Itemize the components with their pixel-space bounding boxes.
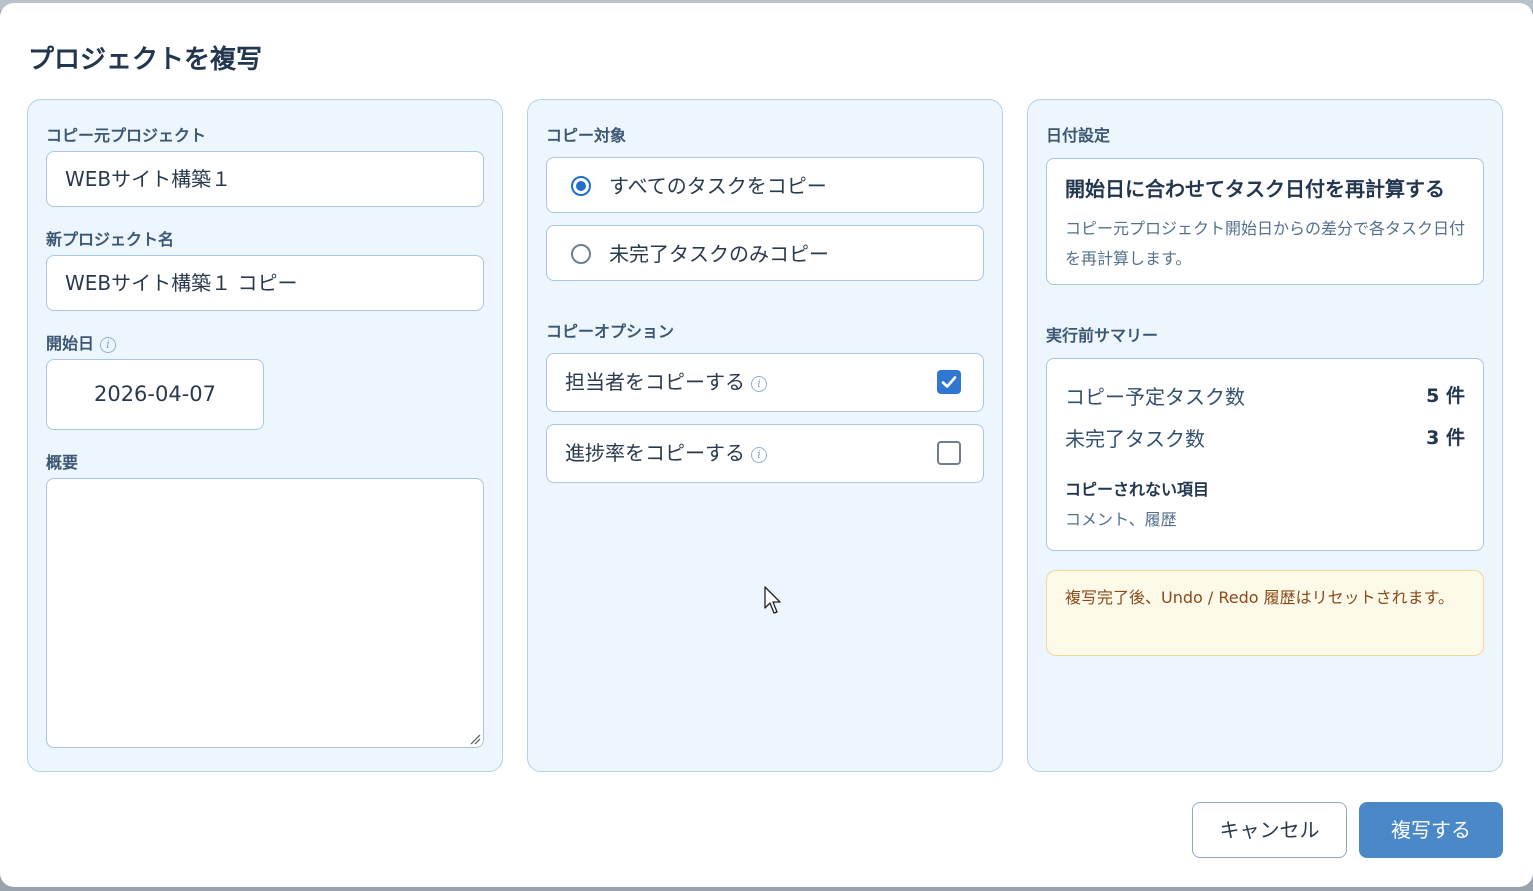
excluded-items-text: コメント、履歴 <box>1065 510 1177 529</box>
radio-option-label: すべてのタスクをコピー <box>609 174 827 198</box>
recalc-dates-option[interactable]: 開始日に合わせてタスク日付を再計算する コピー元プロジェクト開始日からの差分で各… <box>1046 158 1484 285</box>
dialog-title: プロジェクトを複写 <box>28 45 263 75</box>
duplicate-button[interactable]: 複写する <box>1359 802 1503 858</box>
copy-target-label: コピー対象 <box>546 126 627 145</box>
summary-textarea[interactable] <box>46 478 484 748</box>
start-date-label-text: 開始日 <box>46 334 95 353</box>
option-copy-progress[interactable]: 進捗率をコピーする i <box>546 424 984 483</box>
pre-run-summary-box: コピー予定タスク数 5 件 未完了タスク数 3 件 コピーされない項目 コメント… <box>1046 358 1484 551</box>
copy-options-label: コピーオプション <box>546 322 675 341</box>
source-panel: コピー元プロジェクト WEBサイト構築１ 新プロジェクト名 WEBサイト構築１ … <box>27 99 503 772</box>
new-project-name-label: 新プロジェクト名 <box>46 230 175 249</box>
info-icon[interactable]: i <box>751 446 767 463</box>
checkbox[interactable] <box>937 441 961 465</box>
summary-row-label: コピー予定タスク数 <box>1065 385 1245 409</box>
recalc-description: コピー元プロジェクト開始日からの差分で各タスク日付を再計算します。 <box>1065 219 1466 268</box>
option-label-text: 担当者をコピーする <box>565 370 745 394</box>
radio-option-label: 未完了タスクのみコピー <box>609 242 829 266</box>
cancel-button[interactable]: キャンセル <box>1192 802 1347 858</box>
summary-row-value: 5 件 <box>1426 385 1465 407</box>
info-icon[interactable]: i <box>751 375 767 392</box>
date-settings-panel: 日付設定 開始日に合わせてタスク日付を再計算する コピー元プロジェクト開始日から… <box>1027 99 1503 772</box>
excluded-items-title: コピーされない項目 <box>1065 480 1210 499</box>
copy-target-panel: コピー対象 すべてのタスクをコピー 未完了タスクのみコピー コピーオプション 担… <box>527 99 1003 772</box>
summary-row-label: 未完了タスク数 <box>1065 427 1205 451</box>
recalc-title: 開始日に合わせてタスク日付を再計算する <box>1065 177 1445 201</box>
option-label: 担当者をコピーする i <box>565 354 767 411</box>
option-label-text: 進捗率をコピーする <box>565 441 745 465</box>
new-project-name-input[interactable]: WEBサイト構築１ コピー <box>46 255 484 311</box>
undo-reset-warning: 複写完了後、Undo / Redo 履歴はリセットされます。 <box>1046 570 1484 656</box>
radio-button[interactable] <box>571 244 591 264</box>
summary-row-value: 3 件 <box>1426 427 1465 449</box>
copy-project-dialog: プロジェクトを複写 コピー元プロジェクト WEBサイト構築１ 新プロジェクト名 … <box>0 3 1533 887</box>
summary-row-incomplete-tasks: 未完了タスク数 3 件 <box>1065 423 1465 452</box>
start-date-label: 開始日 i <box>46 330 117 354</box>
info-icon[interactable]: i <box>100 336 117 353</box>
radio-option-all-tasks[interactable]: すべてのタスクをコピー <box>546 157 984 213</box>
checkmark-icon <box>941 376 957 388</box>
option-copy-assignee[interactable]: 担当者をコピーする i <box>546 353 984 412</box>
summary-row-planned-tasks: コピー予定タスク数 5 件 <box>1065 381 1465 410</box>
checkbox-checked[interactable] <box>937 370 961 394</box>
source-project-label: コピー元プロジェクト <box>46 126 207 145</box>
pre-run-summary-label: 実行前サマリー <box>1046 326 1159 345</box>
resize-grip-icon[interactable] <box>469 733 481 745</box>
source-project-field: WEBサイト構築１ <box>46 151 484 207</box>
mouse-cursor-icon <box>764 586 781 614</box>
date-settings-label: 日付設定 <box>1046 126 1111 145</box>
summary-label: 概要 <box>46 453 79 472</box>
start-date-input[interactable]: 2026-04-07 <box>46 359 264 430</box>
radio-button-checked[interactable] <box>571 176 591 196</box>
radio-option-incomplete-tasks[interactable]: 未完了タスクのみコピー <box>546 225 984 281</box>
option-label: 進捗率をコピーする i <box>565 425 767 482</box>
